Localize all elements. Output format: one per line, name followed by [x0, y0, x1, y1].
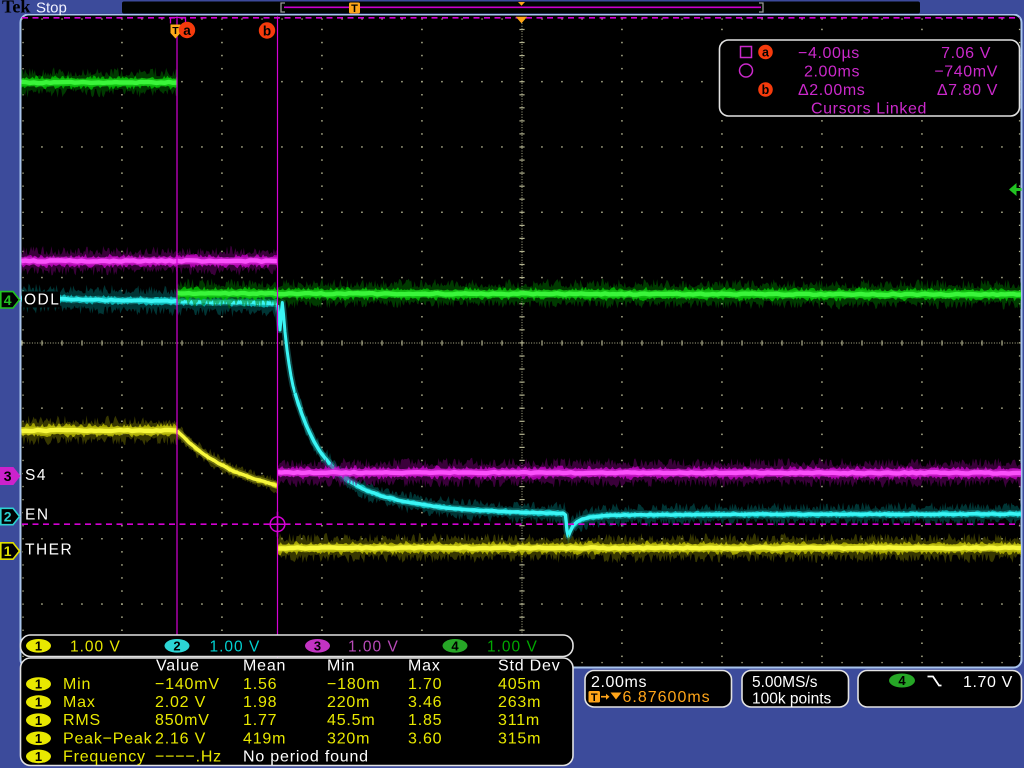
svg-text:2.00ms: 2.00ms [804, 64, 860, 81]
svg-text:3.46: 3.46 [408, 694, 442, 711]
svg-text:4: 4 [4, 292, 12, 308]
svg-text:1.70: 1.70 [408, 676, 442, 693]
svg-text:THER: THER [25, 542, 73, 559]
svg-text:b: b [762, 83, 770, 97]
svg-text:ODL: ODL [24, 292, 60, 309]
svg-text:6.87600ms: 6.87600ms [623, 689, 711, 706]
svg-text:1.98: 1.98 [243, 694, 277, 711]
svg-text:850mV: 850mV [155, 712, 210, 729]
svg-text:S4: S4 [25, 467, 47, 484]
svg-text:1.56: 1.56 [243, 676, 277, 693]
svg-text:1.00 V: 1.00 V [348, 639, 399, 656]
svg-text:T: T [172, 25, 179, 37]
svg-text:Value: Value [156, 658, 200, 675]
svg-text:Std Dev: Std Dev [498, 658, 561, 675]
svg-text:1.00 V: 1.00 V [487, 639, 538, 656]
svg-text:b: b [263, 23, 271, 38]
svg-text:No period found: No period found [243, 748, 369, 765]
svg-text:1.00 V: 1.00 V [70, 639, 121, 656]
svg-text:a: a [762, 45, 770, 59]
svg-text:2.16 V: 2.16 V [155, 730, 206, 747]
svg-text:Stop: Stop [36, 0, 67, 17]
svg-text:Max: Max [63, 694, 96, 711]
svg-text:220m: 220m [327, 694, 370, 711]
svg-text:T: T [591, 692, 598, 704]
svg-text:1: 1 [35, 695, 42, 710]
svg-text:311m: 311m [498, 712, 540, 729]
svg-text:3.60: 3.60 [408, 730, 442, 747]
svg-text:EN: EN [25, 507, 50, 524]
svg-text:Frequency: Frequency [63, 748, 146, 765]
svg-text:−740mV: −740mV [934, 64, 998, 81]
svg-text:1.77: 1.77 [243, 712, 277, 729]
svg-text:1: 1 [35, 677, 42, 692]
svg-text:419m: 419m [243, 730, 286, 747]
svg-text:1: 1 [35, 749, 42, 764]
svg-text:Max: Max [408, 658, 441, 675]
svg-text:100k points: 100k points [752, 691, 832, 708]
svg-text:5.00MS/s: 5.00MS/s [752, 674, 818, 691]
svg-text:2: 2 [4, 509, 12, 525]
svg-text:−−−−.Hz: −−−−.Hz [155, 748, 222, 765]
svg-text:7.06 V: 7.06 V [941, 45, 991, 62]
svg-text:−4.00µs: −4.00µs [798, 45, 860, 62]
svg-text:3: 3 [4, 468, 12, 484]
svg-text:Mean: Mean [243, 658, 286, 675]
svg-text:1: 1 [4, 543, 12, 559]
svg-text:−140mV: −140mV [155, 676, 220, 693]
svg-text:1.85: 1.85 [408, 712, 442, 729]
svg-text:405m: 405m [498, 676, 541, 693]
svg-text:1: 1 [35, 713, 42, 728]
svg-text:2.02 V: 2.02 V [155, 694, 206, 711]
svg-text:Peak−Peak: Peak−Peak [63, 730, 153, 747]
svg-text:4: 4 [451, 638, 459, 653]
svg-text:45.5m: 45.5m [327, 712, 375, 729]
svg-text:T: T [351, 3, 358, 15]
svg-text:a: a [183, 23, 191, 38]
svg-text:Cursors Linked: Cursors Linked [811, 101, 927, 118]
svg-text:−180m: −180m [327, 676, 380, 693]
svg-text:315m: 315m [498, 730, 541, 747]
svg-text:1.00 V: 1.00 V [210, 639, 261, 656]
svg-text:1: 1 [35, 638, 42, 653]
svg-text:Tek: Tek [2, 0, 30, 17]
svg-text:2: 2 [173, 638, 180, 653]
svg-text:1: 1 [35, 731, 42, 746]
svg-text:RMS: RMS [63, 712, 101, 729]
svg-text:3: 3 [314, 638, 321, 653]
svg-text:4: 4 [898, 673, 906, 688]
svg-text:1.70 V: 1.70 V [963, 674, 1013, 691]
svg-text:263m: 263m [498, 694, 541, 711]
svg-text:Δ7.80 V: Δ7.80 V [937, 82, 998, 99]
svg-text:Δ2.00ms: Δ2.00ms [798, 82, 865, 99]
svg-text:320m: 320m [327, 730, 370, 747]
svg-text:Min: Min [63, 676, 91, 693]
svg-text:Min: Min [327, 658, 355, 675]
